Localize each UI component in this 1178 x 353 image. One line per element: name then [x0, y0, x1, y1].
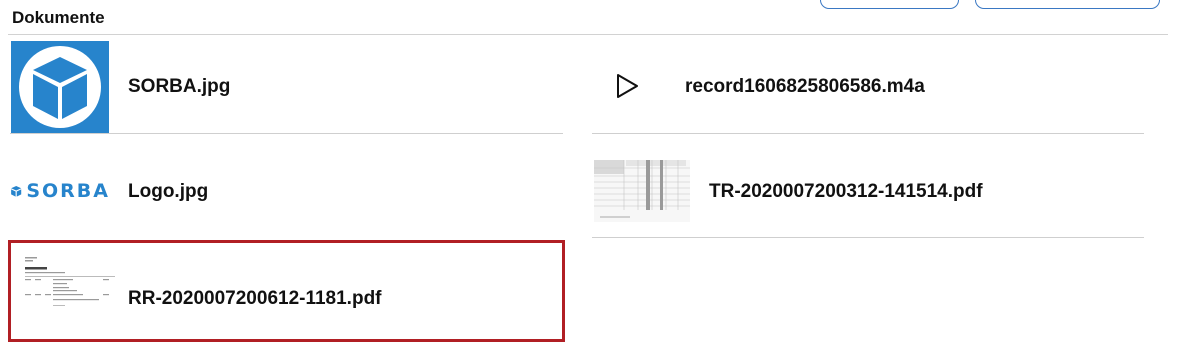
play-icon[interactable] [614, 73, 640, 99]
report-preview-thumbnail [23, 255, 119, 311]
document-name: TR-2020007200312-141514.pdf [709, 181, 983, 202]
document-name: record1606825806586.m4a [685, 76, 925, 97]
logo-wordmark: SORBA [26, 180, 110, 202]
document-name: Logo.jpg [128, 181, 209, 202]
document-item-logo-jpg[interactable]: SORBA Logo.jpg [10, 145, 563, 237]
document-item-rr-pdf-selected[interactable]: RR-2020007200612-1181.pdf [8, 240, 565, 342]
header-divider [8, 34, 1168, 35]
sorba-cube-thumbnail [11, 41, 109, 133]
section-title: Dokumente [12, 8, 105, 27]
document-item-tr-pdf[interactable]: TR-2020007200312-141514.pdf [592, 145, 1144, 238]
top-action-button-1[interactable] [820, 0, 959, 9]
sorba-logo-thumbnail: SORBA [10, 179, 110, 203]
document-item-sorba-jpg[interactable]: SORBA.jpg [10, 40, 563, 134]
document-name: RR-2020007200612-1181.pdf [128, 288, 382, 309]
spreadsheet-preview-thumbnail [594, 160, 690, 222]
top-action-button-2[interactable] [975, 0, 1160, 9]
document-item-record-m4a[interactable]: record1606825806586.m4a [592, 40, 1144, 134]
document-name: SORBA.jpg [128, 76, 231, 97]
sorba-cube-icon [11, 185, 22, 197]
